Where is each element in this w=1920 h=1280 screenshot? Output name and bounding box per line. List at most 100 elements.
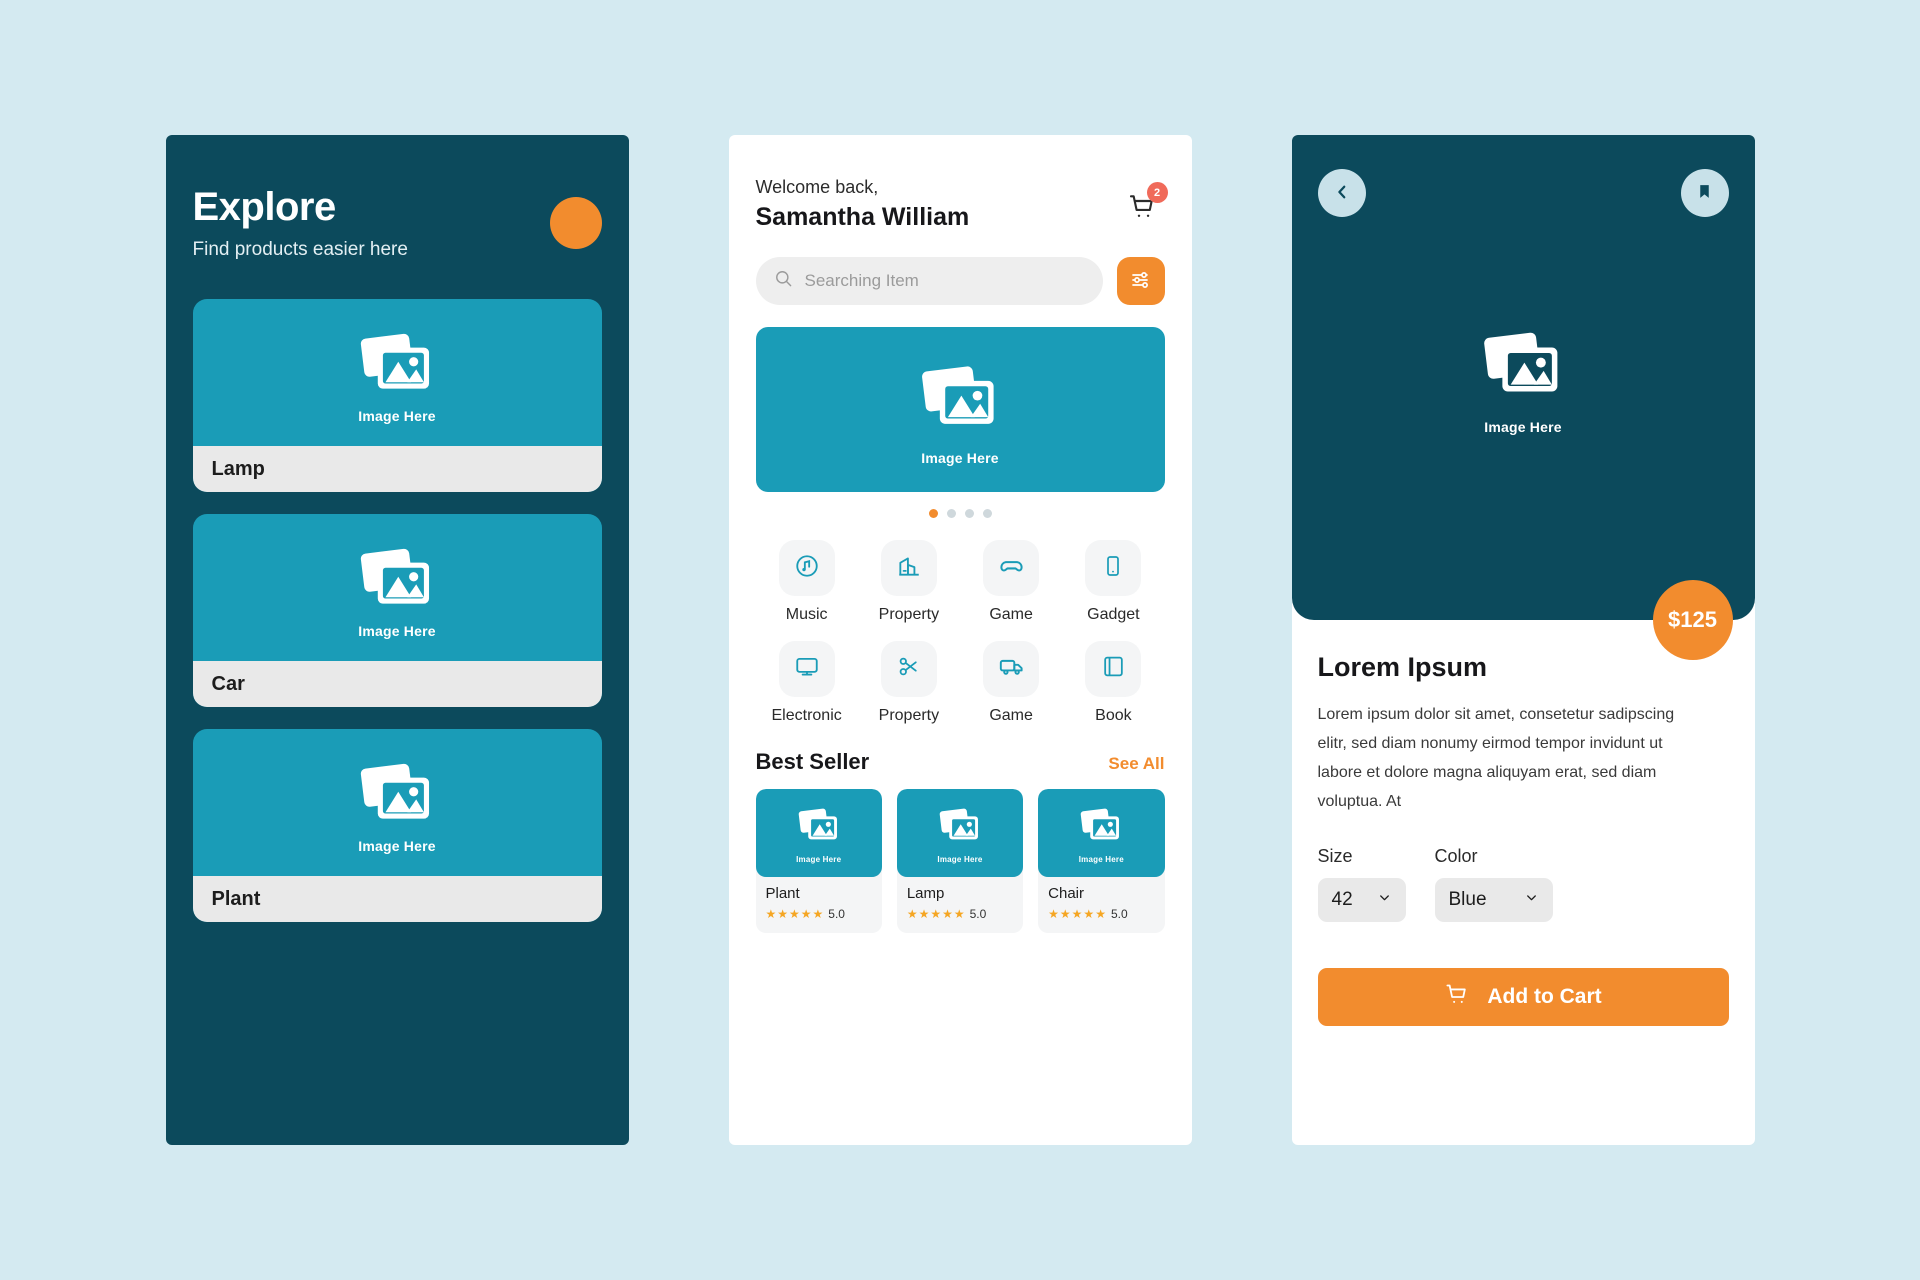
book-icon [1101,654,1126,684]
chevron-down-icon [1524,889,1539,911]
scissors-icon [896,654,921,684]
welcome-block: Welcome back, Samantha William [756,177,970,232]
category-gadget[interactable]: Gadget [1062,540,1164,624]
image-placeholder-label: Image Here [358,838,436,854]
detail-body: Lorem Ipsum Lorem ipsum dolor sit amet, … [1292,620,1755,1027]
detail-hero: Image Here $125 [1291,135,1755,660]
explore-card-plant[interactable]: Image Here Plant [192,729,602,922]
explore-screen: Explore Find products easier here Image … [165,135,629,1145]
category-label: Property [878,707,940,724]
explore-card-label: Plant [192,876,602,922]
card-image-area: Image Here [193,729,602,877]
category-tile [983,641,1040,697]
product-name: Lamp [906,885,945,902]
category-grid: Music Property Game Gadget Electronic Pr… [756,540,1165,725]
category-tile [1085,540,1142,596]
rating-stars: ★★★★★ [765,907,825,921]
size-select[interactable]: 42 [1317,878,1406,923]
image-placeholder-icon [1479,320,1567,413]
image-placeholder-label: Image Here [1078,855,1124,864]
cart-button[interactable]: 2 [1127,182,1168,228]
category-tile [983,540,1040,596]
best-seller-grid: Image Here Plant ★★★★★ 5.0 Image Here La… [755,789,1165,933]
carousel-dots [756,509,1165,518]
best-seller-header: Best Seller See All [756,749,1165,775]
category-property-1[interactable]: Property [858,540,960,624]
card-image-area: Image Here [193,514,602,662]
chevron-down-icon [1377,889,1392,911]
category-music[interactable]: Music [756,540,858,624]
bookmark-icon [1696,183,1713,203]
category-tile [778,641,835,697]
product-image: Image Here [896,789,1024,877]
category-tile [880,641,937,697]
image-placeholder-label: Image Here [937,855,983,864]
cart-icon [1444,981,1471,1014]
image-placeholder-label: Image Here [358,408,436,424]
section-title: Best Seller [755,749,870,774]
search-icon [774,269,793,293]
rating-value: 5.0 [1110,907,1128,921]
category-label: Gadget [1087,606,1140,623]
carousel-dot-4[interactable] [982,509,992,518]
rating-value: 5.0 [969,907,987,921]
user-name: Samantha William [755,203,970,231]
see-all-link[interactable]: See All [1108,754,1164,774]
explore-fab-button[interactable] [549,197,602,249]
explore-card-car[interactable]: Image Here Car [192,514,602,707]
category-game-1[interactable]: Game [960,540,1062,624]
gamepad-icon [998,552,1025,584]
product-image: Image Here [1038,789,1165,877]
color-select[interactable]: Blue [1434,878,1553,923]
carousel-dot-1[interactable] [928,509,938,518]
color-option: Color Blue [1434,846,1553,923]
carousel-dot-2[interactable] [946,509,956,518]
color-label: Color [1434,846,1478,867]
image-placeholder-icon [356,537,438,619]
product-card-lamp[interactable]: Image Here Lamp ★★★★★ 5.0 [896,789,1024,933]
shopping-cart-icon [1127,195,1159,227]
hero-banner[interactable]: Image Here [755,327,1165,492]
category-label: Property [878,606,940,623]
image-placeholder-icon [796,802,842,853]
category-label: Book [1095,707,1132,724]
category-book[interactable]: Book [1062,641,1164,725]
carousel-dot-3[interactable] [964,509,974,518]
rating-stars: ★★★★★ [906,907,966,921]
back-button[interactable] [1317,169,1366,217]
product-description: Lorem ipsum dolor sit amet, consetetur s… [1317,706,1675,811]
explore-card-lamp[interactable]: Image Here Lamp [192,299,602,492]
size-value: 42 [1331,889,1353,911]
search-input[interactable] [804,271,1085,291]
explore-card-label: Lamp [192,446,602,492]
product-card-chair[interactable]: Image Here Chair ★★★★★ 5.0 [1038,789,1165,933]
search-box[interactable] [755,257,1103,305]
image-placeholder-icon [356,752,438,834]
product-card-plant[interactable]: Image Here Plant ★★★★★ 5.0 [755,789,882,933]
add-to-cart-label: Add to Cart [1487,985,1602,1009]
category-tile [880,540,937,596]
rating-stars: ★★★★★ [1048,907,1107,921]
home-screen: Welcome back, Samantha William 2 Searchi… [728,135,1192,1145]
music-disc-icon [794,553,820,584]
price-badge: $125 [1652,580,1733,660]
product-rating: ★★★★★ 5.0 [766,907,872,921]
welcome-greeting: Welcome back, [755,177,879,197]
product-title: Lorem Ipsum [1317,652,1488,682]
image-placeholder-icon [917,354,1003,445]
category-game-2[interactable]: Game [960,641,1062,725]
bookmark-button[interactable] [1680,169,1729,217]
category-electronic[interactable]: Electronic [756,641,858,725]
category-property-2[interactable]: Property [858,641,960,725]
product-info: Chair ★★★★★ 5.0 [1038,877,1164,933]
image-placeholder-label: Image Here [796,855,842,864]
add-to-cart-button[interactable]: Add to Cart [1317,968,1729,1027]
page-subtitle: Find products easier here [192,239,408,260]
search-row [755,257,1165,305]
cart-count-badge: 2 [1146,182,1168,203]
color-value: Blue [1448,889,1487,911]
product-name: Chair [1048,885,1085,902]
filter-button[interactable] [1116,257,1165,305]
category-tile [1085,641,1142,697]
product-info: Lamp ★★★★★ 5.0 [897,877,1023,933]
